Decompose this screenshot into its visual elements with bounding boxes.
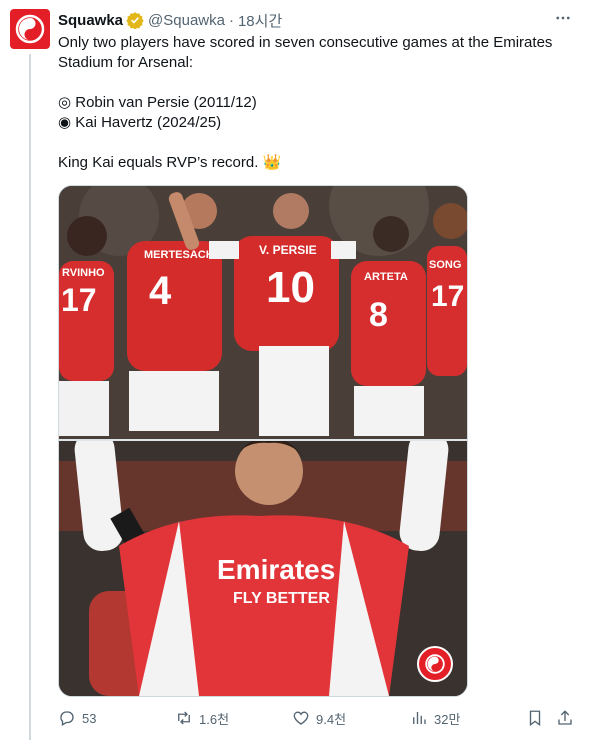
- share-icon: [558, 710, 572, 725]
- shirt-number-arteta: 8: [369, 296, 388, 334]
- image-top-rvp-celebration: RVINHO 17 MERTESACKER 4 V. PERSIE 10 ART…: [59, 186, 467, 441]
- shirt-number-mertesacker: 4: [149, 269, 172, 313]
- shirt-number-song: 17: [431, 280, 464, 313]
- sponsor-sub: FLY BETTER: [233, 590, 330, 607]
- repost-count: 1.6천: [199, 711, 230, 727]
- shirt-name-persie: V. PERSIE: [259, 243, 317, 257]
- like-count: 9.4천: [316, 711, 347, 727]
- tweet-line-intro: Only two players have scored in seven co…: [58, 34, 553, 71]
- author-name[interactable]: Squawka: [58, 12, 123, 29]
- more-options-icon[interactable]: [552, 8, 574, 28]
- tweet-line-closing: King Kai equals RVP’s record. 👑: [58, 154, 282, 171]
- reply-button[interactable]: 53: [58, 708, 96, 728]
- repost-button[interactable]: 1.6천: [175, 708, 229, 728]
- author-handle[interactable]: @Squawka: [148, 12, 225, 29]
- share-button[interactable]: [556, 708, 574, 728]
- action-bar: 53 1.6천 9.4천 32만: [58, 708, 578, 728]
- tweet-bullet-rvp: ◎ Robin van Persie (2011/12): [58, 94, 257, 111]
- bookmark-icon: [529, 710, 541, 727]
- tweet-text: Only two players have scored in seven co…: [58, 33, 578, 173]
- separator-dot: ·: [228, 11, 234, 29]
- avatar[interactable]: [10, 9, 50, 49]
- squawka-logo-icon: [15, 14, 45, 44]
- sponsor-main: Emirates: [217, 554, 335, 585]
- reply-count: 53: [82, 710, 97, 726]
- shirt-name-song: SONG: [429, 259, 461, 271]
- tweet-image[interactable]: RVINHO 17 MERTESACKER 4 V. PERSIE 10 ART…: [58, 185, 468, 697]
- shirt-number-persie: 10: [266, 263, 315, 312]
- views-chart-icon: [413, 712, 426, 724]
- shirt-name-arteta: ARTETA: [364, 271, 408, 283]
- shirt-name-left: RVINHO: [62, 267, 105, 279]
- tweet-header: Squawka @Squawka · 18시간: [58, 10, 282, 30]
- tweet-bullet-havertz: ◉ Kai Havertz (2024/25): [58, 114, 222, 131]
- repost-icon: [178, 711, 190, 725]
- reply-icon: [60, 711, 74, 726]
- timestamp[interactable]: 18시간: [238, 10, 282, 31]
- shirt-number-left: 17: [61, 282, 97, 318]
- like-button[interactable]: 9.4천: [292, 708, 346, 728]
- image-bottom-havertz-celebration: NW Emirates FLY BETTER: [59, 431, 467, 696]
- thread-line: [29, 54, 31, 740]
- heart-icon: [293, 711, 309, 725]
- squawka-watermark-icon: [417, 646, 453, 682]
- verified-badge-icon[interactable]: [126, 11, 144, 29]
- bookmark-button[interactable]: [526, 708, 544, 728]
- views-button[interactable]: 32만: [410, 708, 460, 728]
- view-count: 32만: [434, 711, 461, 727]
